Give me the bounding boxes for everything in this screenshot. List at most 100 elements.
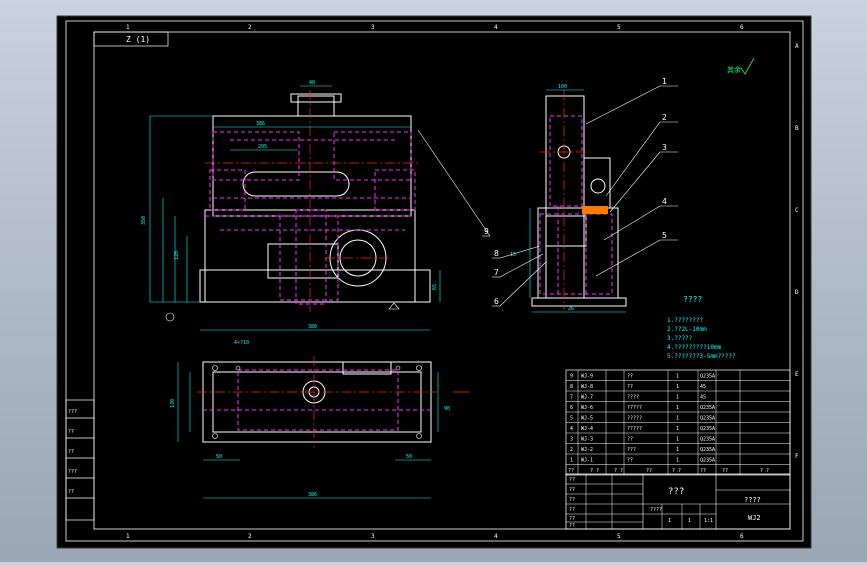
svg-text:45: 45 xyxy=(700,395,706,401)
bom-header-cell: ? ? xyxy=(614,468,623,474)
zone-row-right: B xyxy=(795,125,799,132)
svg-text:Q235A: Q235A xyxy=(700,416,715,422)
title-label-2: ?? xyxy=(569,497,575,503)
zone-col-bottom: 5 xyxy=(617,533,621,540)
strip-label: ?? xyxy=(68,429,74,435)
title-sheet: 1 xyxy=(668,518,671,524)
svg-text:1: 1 xyxy=(676,384,679,390)
svg-text:380: 380 xyxy=(308,324,317,330)
callout-number: 6 xyxy=(494,297,499,306)
svg-text:???: ??? xyxy=(627,447,636,453)
svg-text:WJ-1: WJ-1 xyxy=(581,458,593,464)
title-company: ???? xyxy=(744,496,761,504)
svg-text:90: 90 xyxy=(444,406,450,412)
title-label-1: ?? xyxy=(569,487,575,493)
callout-number: 2 xyxy=(662,113,667,122)
svg-text:350: 350 xyxy=(141,216,147,225)
zone-row-right: E xyxy=(795,371,799,378)
svg-text:120: 120 xyxy=(174,251,180,260)
svg-text:WJ-9: WJ-9 xyxy=(581,374,593,380)
title-label-5: ?? xyxy=(569,523,575,529)
callout-number: 9 xyxy=(484,227,489,236)
cad-canvas[interactable]: 112233445566ABCDEF ???????????? Z (1) 其余 xyxy=(0,0,867,562)
bom-header-cell: ?? xyxy=(568,468,574,474)
svg-text:??: ?? xyxy=(627,374,633,380)
zone-row-right: D xyxy=(795,289,799,296)
title-stage: ???? xyxy=(650,507,662,513)
callout-number: 5 xyxy=(662,231,667,240)
svg-text:386: 386 xyxy=(308,492,317,498)
svg-text:5: 5 xyxy=(570,416,573,422)
svg-text:386: 386 xyxy=(256,121,265,127)
svg-text:8: 8 xyxy=(570,384,573,390)
zone-col-top: 2 xyxy=(248,24,252,31)
zone-col-top: 4 xyxy=(494,24,498,31)
notes-heading: ???? xyxy=(683,295,702,304)
svg-text:45: 45 xyxy=(700,384,706,390)
svg-text:1: 1 xyxy=(676,374,679,380)
zone-row-right: C xyxy=(795,207,799,214)
svg-text:1: 1 xyxy=(676,405,679,411)
svg-text:?????: ????? xyxy=(627,416,642,422)
title-scale: 1:1 xyxy=(704,518,713,524)
svg-text:26: 26 xyxy=(568,306,574,312)
svg-text:?????: ????? xyxy=(627,405,642,411)
bom-header-cell: ? ? xyxy=(672,468,681,474)
strip-label: ?? xyxy=(68,489,74,495)
svg-text:??: ?? xyxy=(627,384,633,390)
svg-text:50: 50 xyxy=(406,454,412,460)
bom-header-cell: ? ? xyxy=(760,468,769,474)
callout-number: 8 xyxy=(494,249,499,258)
svg-text:9: 9 xyxy=(570,374,573,380)
svg-text:Q235A: Q235A xyxy=(700,426,715,432)
zone-col-bottom: 2 xyxy=(248,533,252,540)
callout-number: 7 xyxy=(494,268,499,277)
svg-text:Q235A: Q235A xyxy=(700,405,715,411)
note-line: 4.?????????10mm xyxy=(667,344,722,351)
strip-label: ?? xyxy=(68,449,74,455)
bom-header-cell: ?? xyxy=(700,468,706,474)
title-label-3: ?? xyxy=(569,507,575,513)
svg-text:WJ-4: WJ-4 xyxy=(581,426,593,432)
svg-text:7: 7 xyxy=(570,395,573,401)
svg-text:?????: ????? xyxy=(627,426,642,432)
zone-row-right: F xyxy=(795,453,799,460)
svg-text:6: 6 xyxy=(570,405,573,411)
svg-text:Q235A: Q235A xyxy=(700,437,715,443)
note-line: 5.???????3-5mm????? xyxy=(667,353,736,360)
title-name: ??? xyxy=(668,487,684,497)
svg-text:205: 205 xyxy=(258,144,267,150)
bom-header-cell: ?? xyxy=(722,468,728,474)
zone-col-top: 6 xyxy=(740,24,744,31)
svg-text:50: 50 xyxy=(216,454,222,460)
note-line: 2.??2L-10mm xyxy=(667,326,707,333)
svg-text:65: 65 xyxy=(432,284,438,290)
zone-col-top: 5 xyxy=(617,24,621,31)
bom-header-cell: ? ? xyxy=(590,468,599,474)
svg-text:Q235A: Q235A xyxy=(700,447,715,453)
svg-text:WJ-7: WJ-7 xyxy=(581,395,593,401)
zone-col-top: 3 xyxy=(371,24,375,31)
svg-text:130: 130 xyxy=(170,399,176,408)
svg-text:1: 1 xyxy=(676,426,679,432)
note-line: 1.???????? xyxy=(667,317,704,324)
svg-text:WJ-2: WJ-2 xyxy=(581,447,593,453)
callout-number: 3 xyxy=(662,143,667,152)
code-box-text: Z (1) xyxy=(126,35,150,44)
svg-text:1: 1 xyxy=(676,395,679,401)
svg-text:其余: 其余 xyxy=(727,65,741,74)
svg-text:40: 40 xyxy=(309,80,315,86)
zone-col-bottom: 4 xyxy=(494,533,498,540)
zone-col-bottom: 1 xyxy=(126,533,130,540)
title-count: 1 xyxy=(688,518,691,524)
svg-text:Q235A: Q235A xyxy=(700,374,715,380)
svg-text:4×?10: 4×?10 xyxy=(234,340,249,346)
svg-text:1: 1 xyxy=(676,416,679,422)
callout-number: 1 xyxy=(662,77,667,86)
svg-text:WJ-8: WJ-8 xyxy=(581,384,593,390)
svg-text:WJ-5: WJ-5 xyxy=(581,416,593,422)
svg-text:1: 1 xyxy=(676,437,679,443)
svg-text:WJ-3: WJ-3 xyxy=(581,437,593,443)
svg-text:3: 3 xyxy=(570,437,573,443)
svg-text:1: 1 xyxy=(676,458,679,464)
